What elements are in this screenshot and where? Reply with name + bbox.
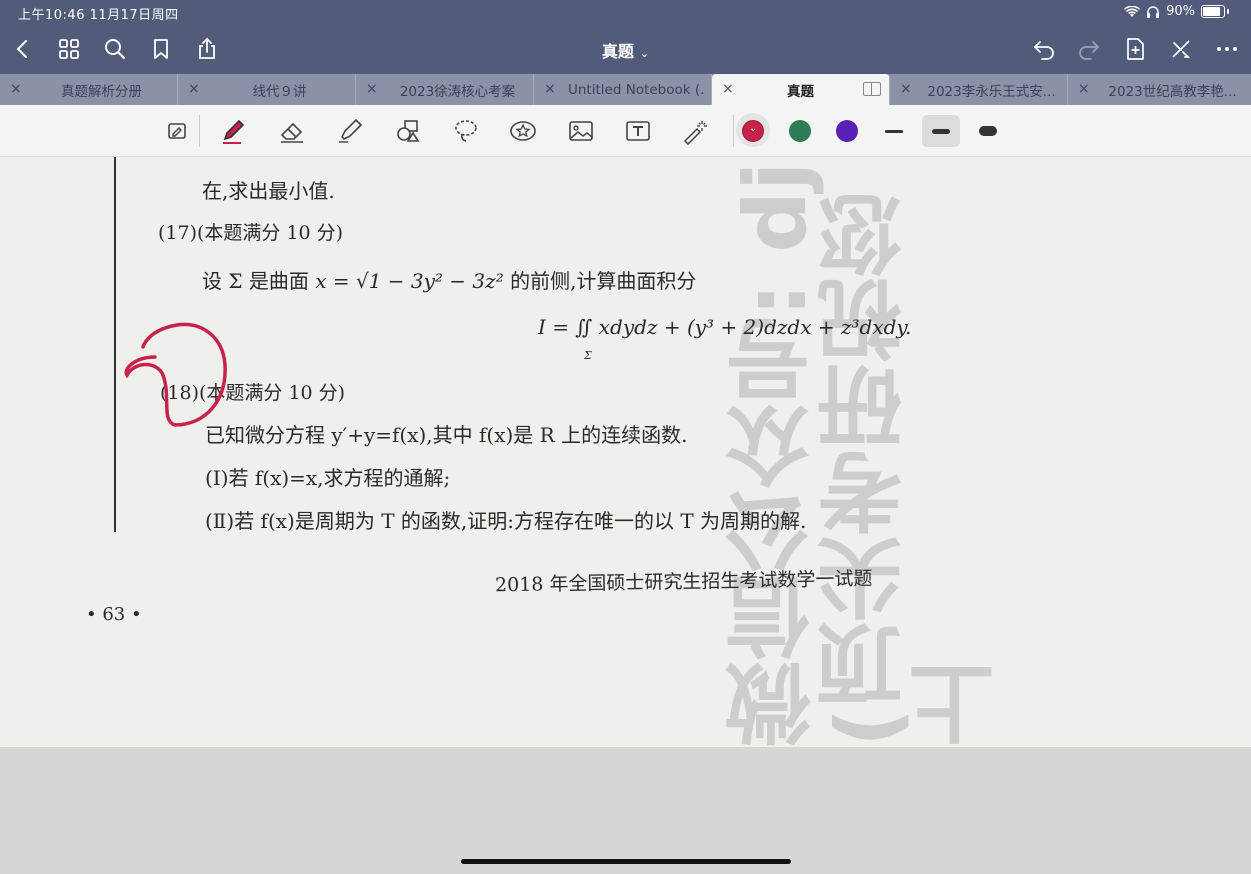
tab-liyongle[interactable]: × 2023李永乐王式安... — [890, 74, 1068, 105]
question-17-header: (17)(本题满分 10 分) — [158, 222, 344, 244]
close-icon[interactable]: × — [722, 81, 734, 97]
q17-text-suffix: 的前侧,计算曲面积分 — [503, 269, 697, 293]
stroke-thin-option[interactable] — [875, 115, 913, 147]
color-purple-swatch[interactable] — [836, 120, 858, 142]
close-icon[interactable]: × — [10, 81, 22, 97]
tab-label: 2023世纪高教李艳... — [1108, 83, 1237, 100]
close-icon[interactable]: × — [1078, 81, 1090, 97]
split-view-icon[interactable] — [863, 82, 881, 96]
status-time-date: 上午10:46 11月17日周四 — [18, 8, 179, 23]
text-line-continuation: 在,求出最小值. — [202, 179, 335, 203]
handwritten-circle-annotation[interactable] — [115, 317, 235, 427]
close-icon[interactable]: × — [366, 81, 378, 97]
tab-label: 2023李永乐王式安... — [927, 83, 1056, 100]
sticker-tool[interactable] — [506, 114, 540, 148]
close-icon[interactable]: × — [900, 81, 912, 97]
exit-edit-button[interactable] — [1166, 34, 1196, 64]
tab-label: Untitled Notebook (... — [568, 81, 703, 98]
drawing-toolbar: ⌄ — [0, 105, 1251, 157]
q17-text-prefix: 设 Σ 是曲面 — [202, 269, 316, 293]
image-icon — [569, 121, 593, 141]
document-title-menu[interactable]: 真题 ⌄ — [0, 38, 1251, 62]
tab-shiji-gaojiao[interactable]: × 2023世纪高教李艳... — [1068, 74, 1251, 105]
undo-icon — [1033, 41, 1054, 60]
text-box-icon — [626, 121, 650, 141]
battery-percent: 90% — [1166, 4, 1195, 19]
watermark-text: 微信公众号: dj (顶尖考研祝您上 — [726, 161, 1010, 747]
more-options-button[interactable] — [1212, 34, 1242, 64]
medium-line-icon — [932, 128, 950, 134]
wifi-icon — [1124, 5, 1141, 17]
question-18-part-1: (Ⅰ)若 f(x)=x,求方程的通解; — [205, 466, 451, 490]
image-tool[interactable] — [564, 114, 598, 148]
tab-zhenti-jiexi[interactable]: × 真题解析分册 — [0, 74, 178, 105]
question-18-part-2: (Ⅱ)若 f(x)是周期为 T 的函数,证明:方程存在唯一的以 T 为周期的解. — [205, 509, 807, 533]
tab-label: 线代９讲 — [252, 83, 307, 100]
tab-label: 真题 — [787, 83, 814, 100]
document-tab-bar: × 真题解析分册 × 线代９讲 × 2023徐涛核心考案 × Untitled … — [0, 74, 1251, 105]
eraser-tool[interactable] — [275, 114, 309, 148]
stroke-thick-option[interactable] — [969, 115, 1007, 147]
highlighter-icon — [339, 118, 363, 143]
lasso-icon — [455, 120, 477, 142]
question-18-text: 已知微分方程 y′+y=f(x),其中 f(x)是 R 上的连续函数. — [205, 423, 688, 447]
home-indicator[interactable] — [461, 859, 791, 864]
close-icon[interactable]: × — [544, 81, 556, 97]
color-green-swatch[interactable] — [789, 120, 811, 142]
tab-xutao[interactable]: × 2023徐涛核心考案 — [356, 74, 534, 105]
laser-pointer-tool[interactable] — [679, 114, 713, 148]
tab-label: 真题解析分册 — [61, 83, 142, 100]
top-navigation-bar: 上午10:46 11月17日周四 90% 真题 ⌄ — [0, 0, 1251, 74]
document-title: 真题 — [601, 42, 634, 61]
tab-label: 2023徐涛核心考案 — [399, 83, 516, 100]
canvas-background — [0, 747, 1251, 874]
shapes-icon — [397, 120, 420, 142]
chevron-down-icon: ⌄ — [749, 123, 758, 134]
thin-line-icon — [885, 129, 903, 133]
shape-tool[interactable] — [391, 114, 425, 148]
page-number: • 63 • — [86, 604, 142, 625]
question-17-text: 设 Σ 是曲面 x = √1 − 3y² − 3z² 的前侧,计算曲面积分 — [202, 265, 696, 294]
laser-pointer-icon — [683, 121, 707, 145]
redo-button[interactable] — [1074, 34, 1104, 64]
eraser-icon — [280, 122, 303, 143]
pen-icon — [223, 119, 245, 144]
redo-icon — [1079, 41, 1100, 60]
q17-surface-integral: I = ∬ xdydz + (y³ + 2)dzdx + z³dxdy. — [538, 315, 912, 339]
tab-xiandai[interactable]: × 线代９讲 — [178, 74, 356, 105]
headphones-icon — [1147, 5, 1160, 18]
add-page-icon — [1127, 38, 1144, 60]
chevron-down-icon: ⌄ — [639, 47, 650, 60]
ellipsis-icon — [1217, 47, 1237, 51]
lasso-tool[interactable] — [449, 114, 483, 148]
highlighter-tool[interactable] — [333, 114, 367, 148]
pen-tool[interactable] — [216, 114, 250, 148]
read-only-mode-button[interactable] — [160, 114, 194, 148]
star-sticker-icon — [510, 121, 536, 141]
status-indicators: 90% — [1124, 4, 1229, 19]
thick-line-icon — [979, 126, 997, 136]
battery-icon — [1201, 5, 1225, 18]
color-red-swatch[interactable]: ⌄ — [742, 120, 764, 142]
close-icon[interactable]: × — [188, 81, 200, 97]
document-page[interactable]: 微信公众号: dj (顶尖考研祝您上 在,求出最小值. (17)(本题满分 10… — [0, 157, 1251, 747]
q17-surface-equation: x = √1 − 3y² − 3z² — [315, 269, 504, 293]
text-tool[interactable] — [621, 114, 655, 148]
q17-integral-subscript: Σ — [584, 349, 592, 362]
tab-untitled-notebook[interactable]: × Untitled Notebook (... — [534, 74, 712, 105]
pen-off-icon — [1172, 40, 1191, 58]
add-page-button[interactable] — [1120, 34, 1150, 64]
tab-zhenti-active[interactable]: × 真题 — [712, 74, 890, 105]
stroke-medium-option[interactable] — [922, 115, 960, 147]
read-only-icon — [168, 123, 186, 139]
undo-button[interactable] — [1029, 34, 1059, 64]
